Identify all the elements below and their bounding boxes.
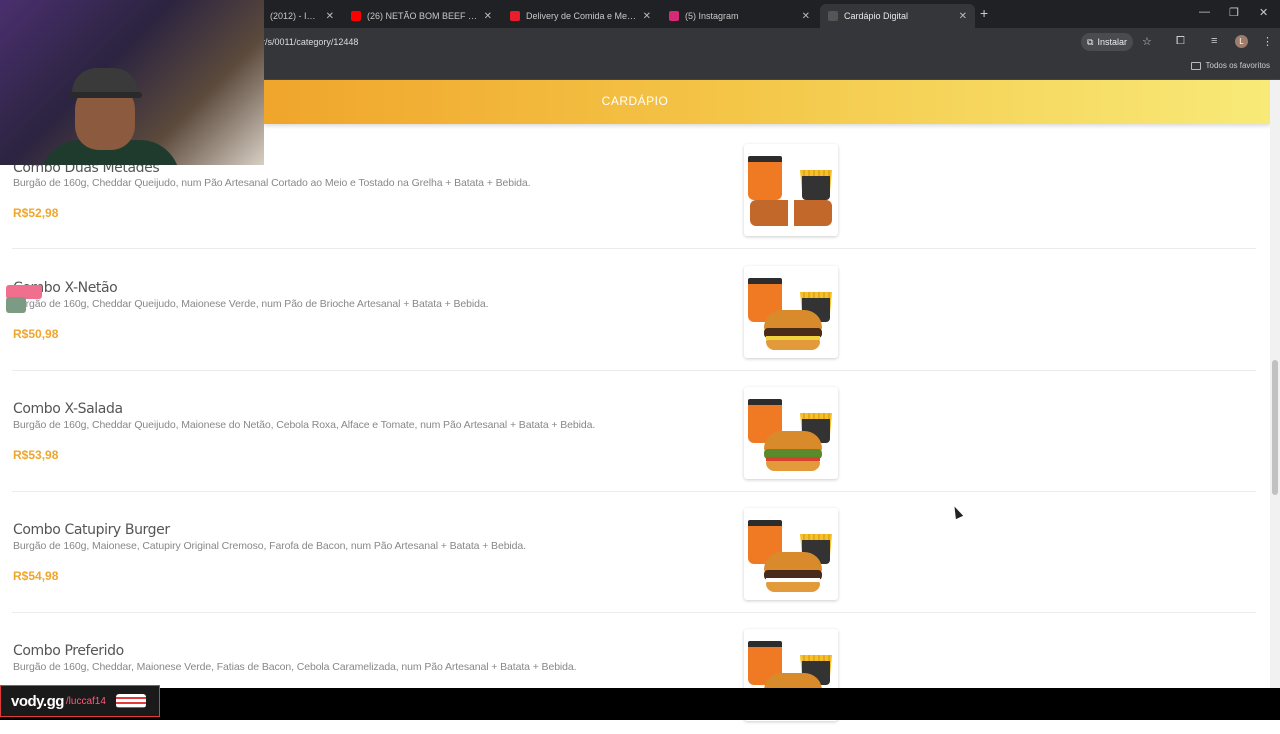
item-photo[interactable] [744,266,838,358]
tab-imdb[interactable]: (2012) - IMDb ✕ [262,4,342,28]
vody-bars-icon [115,694,146,708]
item-photo[interactable] [744,387,838,479]
tab-label: (2012) - IMDb [270,11,320,21]
folder-icon [1190,61,1201,70]
install-label: Instalar [1097,37,1127,47]
tab-cardapio[interactable]: Cardápio Digital ✕ [820,4,975,28]
tab-instagram[interactable]: (5) Instagram ✕ [661,4,818,28]
header-banner: CARDÁPIO [264,80,1270,124]
tab-label: Delivery de Comida e Mercado [526,11,637,21]
item-name: Combo Catupiry Burger [13,522,170,538]
tab-youtube[interactable]: (26) NETÃO BOM BEEF BURGUER ✕ [343,4,500,28]
address-bar[interactable]: r/s/0011/category/12448 [262,37,358,47]
page-title: CARDÁPIO [601,94,669,108]
tab-ifood[interactable]: Delivery de Comida e Mercado ✕ [502,4,659,28]
streamer-handle: /luccaf14 [65,695,106,707]
close-icon[interactable]: ✕ [643,11,651,22]
drink-cup-icon [748,156,782,200]
star-icon[interactable]: ☆ [1142,35,1152,48]
ifood-icon [510,11,520,21]
item-description: Burgão de 160g, Cheddar, Maionese Verde,… [13,661,577,673]
divider [12,248,1256,249]
close-icon[interactable]: ✕ [326,11,334,22]
burger-icon [764,552,822,592]
page-favicon-icon [828,11,838,21]
webcam-overlay [0,0,264,165]
item-description: Burgão de 160g, Maionese, Catupiry Origi… [13,540,526,552]
all-bookmarks-button[interactable]: Todos os favoritos [1190,61,1270,70]
item-price: R$53,98 [13,448,59,462]
tab-label: Cardápio Digital [844,11,909,21]
vody-watermark: vody.gg /luccaf14 [0,685,160,717]
item-price: R$50,98 [13,327,59,341]
extensions-icon[interactable]: ⧠ [1176,35,1185,48]
stream-badge-icon [6,297,26,313]
item-photo[interactable] [744,144,838,236]
item-description: Burgão de 160g, Cheddar Queijudo, Maione… [13,298,489,310]
item-photo[interactable] [744,508,838,600]
all-bookmarks-label: Todos os favoritos [1205,61,1270,70]
bottom-stripe [0,688,1280,720]
close-icon[interactable]: ✕ [959,11,967,22]
item-description: Burgão de 160g, Cheddar Queijudo, num Pã… [13,177,531,189]
profile-avatar[interactable]: L [1235,35,1248,48]
item-description: Burgão de 160g, Cheddar Queijudo, Maione… [13,419,596,431]
vody-logo: vody.gg [11,692,64,710]
media-control-icon[interactable]: ≡ [1211,35,1217,47]
install-icon: ⧉ [1087,36,1094,47]
instagram-icon [669,11,679,21]
burger-halves-icon [750,200,832,226]
close-icon[interactable]: ✕ [484,11,492,22]
item-name: Combo X-Salada [13,401,123,417]
burger-icon [764,431,822,471]
install-button[interactable]: ⧉ Instalar [1081,33,1133,51]
item-price: R$54,98 [13,569,59,583]
restore-icon[interactable]: ❐ [1229,6,1239,19]
tab-label: (5) Instagram [685,11,739,21]
new-tab-icon[interactable]: + [980,5,988,21]
menu-item[interactable]: Combo X-Salada Burgão de 160g, Cheddar Q… [0,371,1270,492]
minimize-icon[interactable]: — [1199,6,1210,18]
youtube-icon [351,11,361,21]
menu-item[interactable]: Combo X-Netão Burgão de 160g, Cheddar Qu… [0,250,1270,371]
scrollbar-thumb[interactable] [1272,360,1278,495]
fries-box [802,176,830,200]
close-window-icon[interactable]: ✕ [1259,6,1268,19]
item-name: Combo Preferido [13,643,124,659]
item-price: R$52,98 [13,206,59,220]
tab-label: (26) NETÃO BOM BEEF BURGUER [367,11,478,21]
menu-item[interactable]: Combo Catupiry Burger Burgão de 160g, Ma… [0,492,1270,613]
burger-icon [764,310,822,350]
close-icon[interactable]: ✕ [802,11,810,22]
menu-kebab-icon[interactable]: ⋮ [1262,35,1273,48]
